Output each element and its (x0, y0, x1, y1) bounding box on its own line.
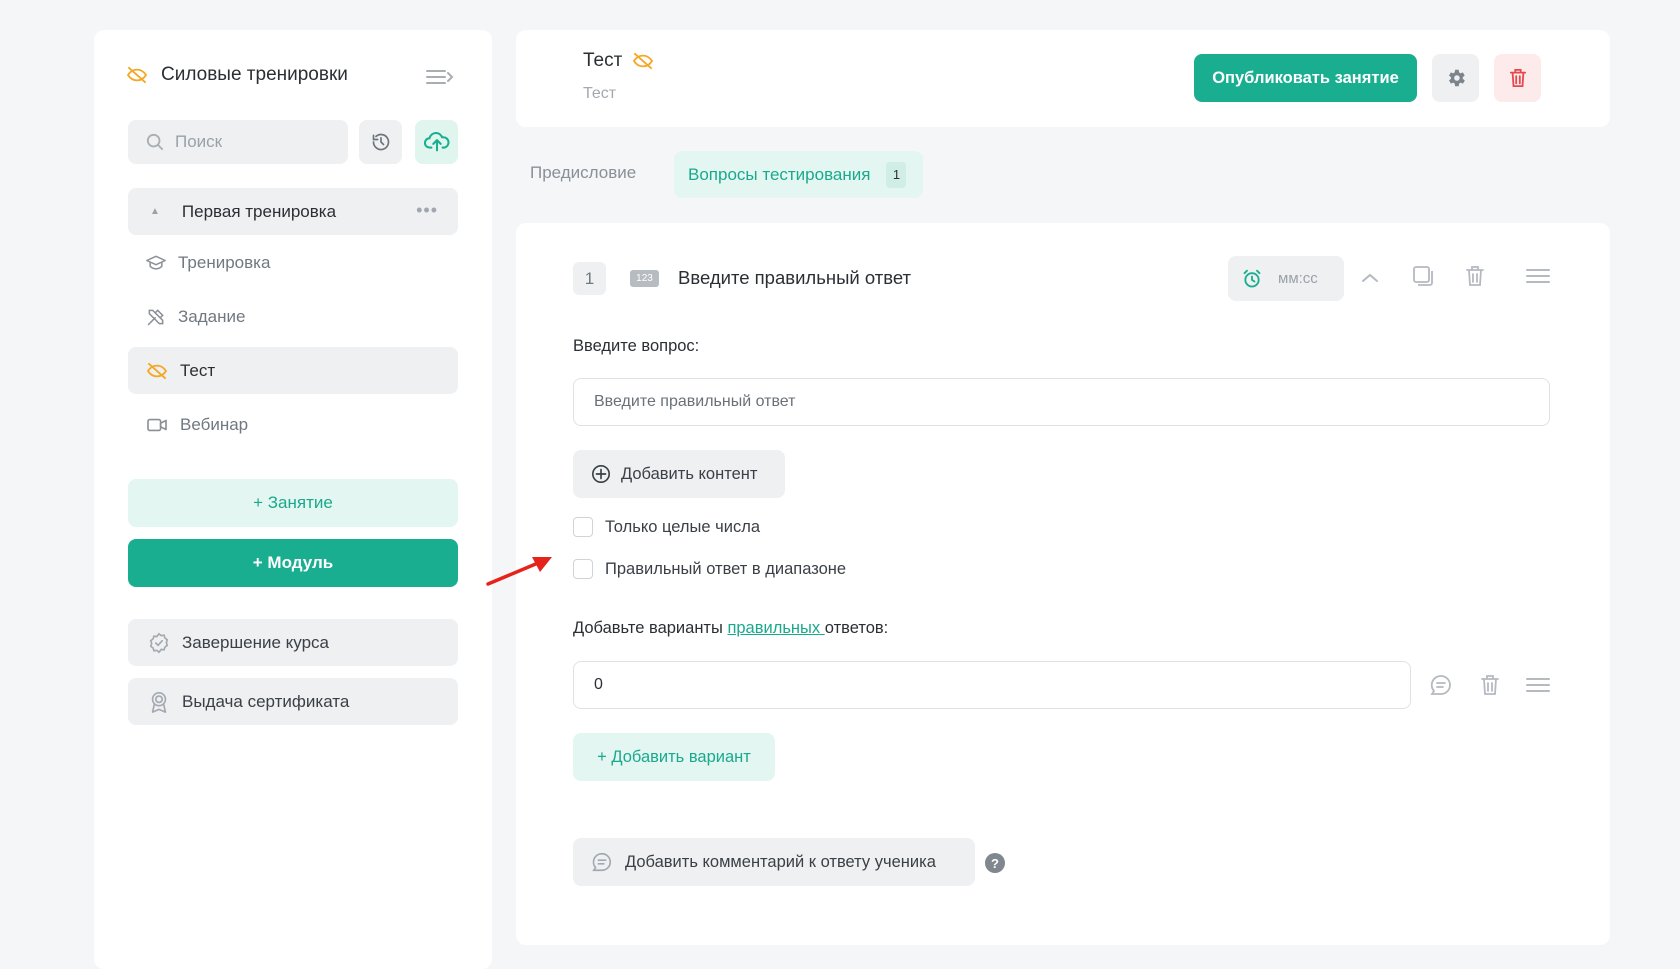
gear-icon (1445, 67, 1467, 89)
search-field[interactable] (128, 120, 348, 164)
lesson-subtitle: Тест (583, 85, 617, 102)
option-label: Только целые числа (605, 517, 761, 536)
eye-off-icon (126, 66, 148, 84)
variants-label: Добавьте варианты правильных ответов: (573, 619, 888, 638)
trash-icon[interactable] (1478, 672, 1502, 698)
cloud-upload-icon (423, 131, 450, 153)
certificate-item[interactable]: Выдача сертификата (128, 678, 458, 725)
settings-button[interactable] (1432, 54, 1479, 102)
answer-input[interactable] (592, 675, 1410, 695)
course-title-text: Силовые тренировки (161, 64, 348, 85)
chevron-up-icon[interactable] (1358, 268, 1382, 288)
course-completion-item[interactable]: Завершение курса (128, 619, 458, 666)
add-variant-button[interactable]: + Добавить вариант (573, 733, 775, 781)
add-comment-button[interactable]: Добавить комментарий к ответу ученика (573, 838, 975, 886)
lesson-label: Тест (180, 360, 216, 380)
tab-label: Вопросы тестирования (688, 164, 871, 184)
history-icon (371, 132, 391, 152)
comment-icon[interactable] (1428, 672, 1454, 698)
help-icon[interactable]: ? (985, 853, 1005, 873)
tools-icon (146, 307, 166, 327)
range-answer-checkbox[interactable] (573, 559, 593, 579)
annotation-arrow (486, 548, 556, 588)
publish-button[interactable]: Опубликовать занятие (1194, 54, 1417, 102)
extra-label: Выдача сертификата (182, 691, 350, 711)
timer-input[interactable] (1276, 269, 1340, 288)
lesson-item-assignment[interactable]: Задание (128, 293, 458, 340)
answer-field[interactable] (573, 661, 1411, 709)
module-label: Первая тренировка (181, 201, 337, 221)
add-content-button[interactable]: Добавить контент (573, 450, 785, 498)
lesson-label: Вебинар (180, 414, 249, 434)
eye-off-icon (146, 362, 168, 380)
drag-handle-icon[interactable] (1524, 265, 1552, 287)
question-label: Введите вопрос: (573, 337, 700, 355)
plus-circle-icon (591, 464, 611, 484)
lesson-item-training[interactable]: Тренировка (128, 239, 458, 286)
integers-only-checkbox[interactable] (573, 517, 593, 537)
add-lesson-button[interactable]: + Занятие (128, 479, 458, 527)
trash-icon (1509, 68, 1527, 88)
course-title: Силовые тренировки (126, 64, 348, 86)
lesson-item-test[interactable]: Тест (128, 347, 458, 394)
integers-only-option[interactable]: Только целые числа (573, 517, 760, 537)
tab-preface[interactable]: Предисловие (530, 163, 636, 183)
numeric-type-icon: 123 (630, 270, 659, 287)
add-content-label: Добавить контент (621, 464, 758, 483)
more-options-icon[interactable]: ••• (416, 200, 438, 221)
collapse-menu-icon[interactable] (424, 66, 456, 88)
module-item[interactable]: ▲ Первая тренировка ••• (128, 188, 458, 235)
lesson-item-webinar[interactable]: Вебинар (128, 401, 458, 448)
tab-test-questions[interactable]: Вопросы тестирования 1 (674, 151, 923, 198)
collapse-chevron-icon[interactable]: ▲ (150, 206, 160, 217)
upload-button[interactable] (415, 120, 458, 164)
lesson-label: Задание (178, 306, 246, 326)
question-card (516, 223, 1610, 945)
extra-label: Завершение курса (182, 632, 329, 652)
graduation-cap-icon (146, 254, 166, 272)
timer-field[interactable] (1228, 256, 1344, 301)
duplicate-icon[interactable] (1410, 263, 1436, 289)
add-comment-label: Добавить комментарий к ответу ученика (625, 852, 936, 871)
search-icon (146, 133, 164, 151)
add-module-button[interactable]: + Модуль (128, 539, 458, 587)
question-input[interactable] (592, 392, 1549, 412)
award-icon (148, 690, 170, 714)
lesson-label: Тренировка (178, 252, 271, 272)
variants-label-prefix: Добавьте варианты (573, 619, 728, 637)
lesson-title-text: Тест (583, 50, 623, 71)
comment-icon (591, 851, 613, 873)
video-icon (146, 416, 168, 434)
correct-answers-link[interactable]: правильных (727, 619, 824, 637)
question-count-badge: 1 (886, 161, 907, 188)
lesson-title: Тест (583, 50, 654, 72)
question-number: 1 (573, 262, 606, 295)
check-badge-icon (148, 632, 170, 654)
variants-label-suffix: ответов: (824, 619, 889, 637)
history-button[interactable] (359, 120, 402, 164)
option-label: Правильный ответ в диапазоне (605, 559, 847, 578)
drag-handle-icon[interactable] (1524, 674, 1552, 696)
eye-off-icon (632, 52, 654, 70)
question-field[interactable] (573, 378, 1550, 426)
delete-lesson-button[interactable] (1494, 54, 1541, 102)
trash-icon[interactable] (1463, 263, 1487, 289)
alarm-clock-icon (1242, 269, 1262, 289)
search-input[interactable] (173, 131, 327, 153)
range-answer-option[interactable]: Правильный ответ в диапазоне (573, 559, 846, 579)
question-title: Введите правильный ответ (678, 267, 911, 288)
